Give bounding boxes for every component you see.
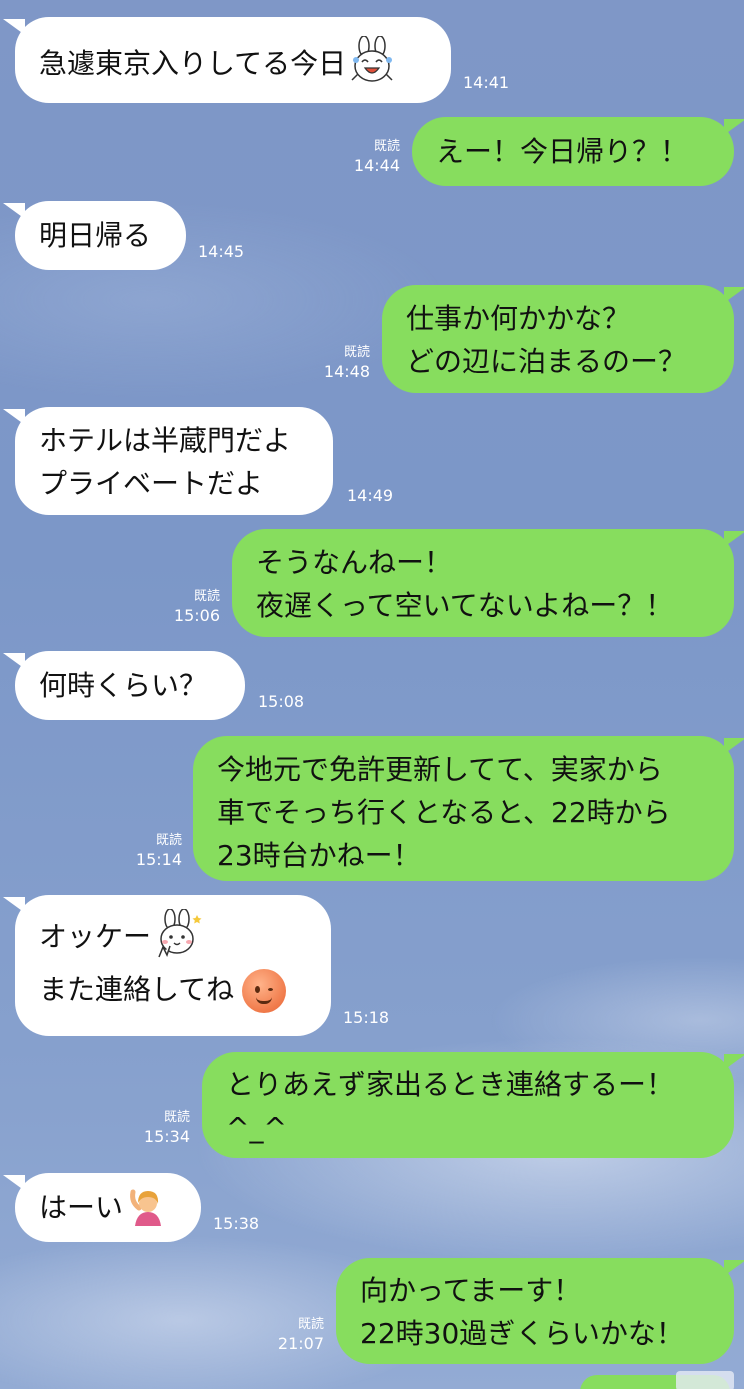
read-receipt: 既読 — [297, 1317, 324, 1332]
message-text: 夜遅くって空いてないよねー？！ — [256, 589, 674, 622]
message-text: 車でそっち行くとなると、22時から — [217, 796, 671, 829]
message-meta: 14:41 — [463, 73, 509, 92]
message-meta: 既読 15:06 — [174, 587, 220, 625]
read-receipt: 既読 — [343, 345, 370, 360]
sent-message-bubble[interactable]: えー！今日帰り？！ — [412, 117, 744, 186]
message-text: ホテルは半蔵門だよ — [39, 424, 292, 457]
message-time: 15:38 — [213, 1214, 260, 1233]
message-text: オッケー — [39, 920, 152, 953]
message-meta: 既読 15:14 — [136, 831, 182, 869]
message-text: 向かってまーす！ — [360, 1274, 582, 1307]
message-text: とりあえず家出るとき連絡するー！ — [226, 1068, 675, 1101]
message-time: 15:14 — [135, 850, 182, 869]
message-text: どの辺に泊まるのー？ — [406, 345, 687, 378]
message-time: 15:06 — [173, 606, 220, 625]
bunny-peace-icon — [153, 908, 203, 961]
read-receipt: 既読 — [155, 833, 182, 848]
message-text: えー！今日帰り？！ — [436, 135, 689, 168]
person-raising-hand-icon — [127, 1186, 165, 1226]
message-text: 今地元で免許更新してて、実家から — [217, 753, 663, 786]
bunny-laugh-icon — [348, 35, 398, 88]
read-receipt: 既読 — [193, 589, 220, 604]
received-message-bubble[interactable]: 急遽東京入りしてる今日 — [3, 17, 451, 103]
sent-message-bubble[interactable]: 向かってまーす！ 22時30過ぎくらいかな！ — [336, 1258, 744, 1364]
sent-message-bubble[interactable]: そうなんねー！ 夜遅くって空いてないよねー？！ — [232, 529, 744, 637]
received-message-bubble[interactable]: ホテルは半蔵門だよ プライベートだよ — [3, 407, 333, 515]
message-text: プライベートだよ — [39, 467, 264, 500]
read-receipt: 既読 — [373, 139, 400, 154]
sent-message-bubble[interactable]: とりあえず家出るとき連絡するー！ ^_^ — [202, 1052, 744, 1158]
message-time: 21:07 — [277, 1334, 324, 1353]
message-text: 急遽東京入りしてる今日 — [39, 47, 347, 80]
message-meta: 既読 21:07 — [278, 1315, 324, 1353]
message-meta: 15:18 — [343, 1008, 389, 1027]
message-time: 15:18 — [343, 1008, 390, 1027]
chat-screen: { "messages": [ {"side":"left","lines":[… — [0, 0, 744, 1389]
received-message-bubble[interactable]: はーい — [3, 1173, 201, 1242]
message-text: そうなんねー！ — [256, 546, 453, 579]
message-text: 22時30過ぎくらいかな！ — [360, 1317, 684, 1350]
message-meta: 15:08 — [258, 692, 304, 711]
received-message-bubble[interactable]: オッケー また連絡してね — [3, 895, 331, 1036]
read-receipt: 既読 — [163, 1110, 190, 1125]
message-text: ^_^ — [226, 1111, 287, 1144]
message-time: 14:44 — [353, 156, 400, 175]
wink-face-icon — [242, 969, 287, 1013]
message-time: 14:49 — [347, 486, 394, 505]
message-time: 14:45 — [198, 242, 245, 261]
message-time: 14:48 — [323, 362, 370, 381]
message-meta: 14:45 — [198, 242, 244, 261]
scroll-to-bottom-button[interactable] — [676, 1371, 734, 1389]
message-time: 15:08 — [258, 692, 305, 711]
message-text: また連絡してね — [39, 973, 235, 1006]
message-text: 23時台かねー！ — [217, 839, 421, 872]
message-meta: 既読 14:44 — [354, 137, 400, 175]
message-meta: 既読 15:34 — [144, 1108, 190, 1146]
message-text: 仕事か何かかな？ — [406, 302, 631, 335]
received-message-bubble[interactable]: 明日帰る — [3, 201, 186, 270]
sent-message-bubble[interactable]: 今地元で免許更新してて、実家から 車でそっち行くとなると、22時から 23時台か… — [193, 736, 744, 881]
message-text: 明日帰る — [39, 219, 152, 252]
message-meta: 15:38 — [213, 1214, 259, 1233]
message-meta: 14:49 — [347, 486, 393, 505]
message-time: 15:34 — [143, 1127, 190, 1146]
message-meta: 既読 14:48 — [324, 343, 370, 381]
message-text: 何時くらい？ — [39, 669, 208, 702]
sent-message-bubble[interactable]: 仕事か何かかな？ どの辺に泊まるのー？ — [382, 285, 744, 393]
message-time: 14:41 — [463, 73, 510, 92]
received-message-bubble[interactable]: 何時くらい？ — [3, 651, 245, 720]
message-text: はーい — [39, 1191, 124, 1224]
